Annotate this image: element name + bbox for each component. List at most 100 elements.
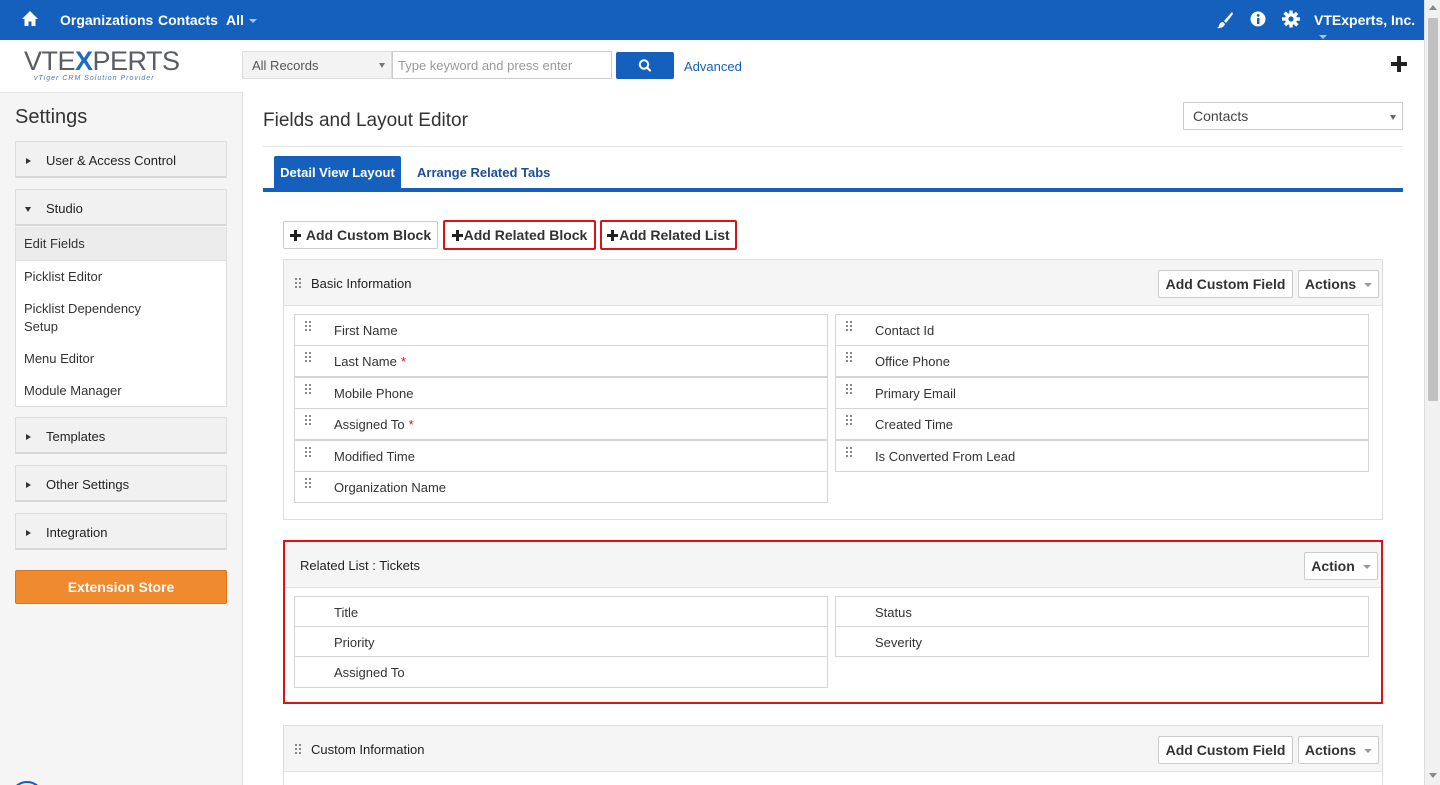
related-field-row: Title [294,596,828,627]
chevron-down-icon [1364,283,1373,287]
sidebar-item-picklist-dependency-setup[interactable]: Setup [24,318,58,336]
search-input[interactable] [392,51,612,79]
field-row[interactable]: Is Converted From Lead [835,440,1369,472]
scrollbar-thumb[interactable] [1428,18,1438,401]
button-label: Add Custom Block [305,227,432,243]
gear-icon[interactable] [1281,10,1301,30]
field-row[interactable]: First Name [294,314,828,346]
plus-icon [451,230,463,241]
drag-handle-icon[interactable] [305,478,313,490]
drag-handle-icon[interactable] [305,384,313,396]
search-button[interactable] [616,52,674,79]
field-label: Primary Email [875,386,956,401]
tab-detail-view-layout[interactable]: Detail View Layout [274,156,401,190]
search-scope-value: All Records [252,58,319,73]
drag-handle-icon[interactable] [846,384,854,396]
chevron-down-icon [248,19,257,24]
studio-submenu: Edit Fields Picklist Editor Picklist Dep… [15,227,227,407]
home-icon[interactable] [20,9,40,29]
field-label: Mobile Phone [334,386,414,401]
sidebar-block-templates[interactable]: Templates [15,417,227,454]
extension-store-button[interactable]: Extension Store [15,570,227,604]
sidebar-item-module-manager[interactable]: Module Manager [24,382,122,400]
action-dropdown[interactable]: Action [1304,552,1378,580]
field-row[interactable]: Office Phone [835,345,1369,377]
drag-handle-icon[interactable] [295,278,303,290]
caret-down-icon [25,207,31,212]
sidebar-item-edit-fields[interactable]: Edit Fields [24,235,85,253]
field-label-required: Last Name * [334,354,406,369]
field-row[interactable]: Modified Time [294,440,828,472]
search-scope-select[interactable]: All Records [242,51,392,79]
field-row[interactable]: Primary Email [835,377,1369,409]
drag-handle-icon[interactable] [846,321,854,333]
sidebar-block-other-settings[interactable]: Other Settings [15,465,227,502]
drag-handle-icon[interactable] [305,321,313,333]
nav-organizations[interactable]: Organizations [60,12,153,28]
paintbrush-icon[interactable] [1215,10,1235,30]
actions-dropdown[interactable]: Actions [1298,270,1379,298]
drag-handle-icon[interactable] [846,352,854,364]
add-custom-field-button[interactable]: Add Custom Field [1158,736,1293,764]
sidebar-block-integration[interactable]: Integration [15,513,227,550]
block-related-list-tickets: Related List : Tickets Action Title Prio… [283,540,1383,704]
drag-handle-icon[interactable] [295,744,303,756]
button-label: Add Related Block [463,227,588,243]
field-label: Is Converted From Lead [875,449,1016,464]
info-icon[interactable] [1248,10,1268,30]
plus-icon[interactable] [1390,55,1408,73]
field-label: First Name [334,323,398,338]
page-scrollbar[interactable] [1424,0,1440,785]
caret-right-icon [26,482,31,488]
field-row[interactable]: Organization Name [294,471,828,503]
sidebar-item-picklist-editor[interactable]: Picklist Editor [24,268,102,286]
field-row[interactable]: Last Name * [294,345,828,377]
sidebar-block-studio[interactable]: Studio [15,189,227,226]
chevron-down-icon [379,63,385,68]
related-field-row: Status [835,596,1369,627]
caret-right-icon [26,158,31,164]
add-custom-field-button[interactable]: Add Custom Field [1158,270,1293,298]
field-row[interactable]: Mobile Phone [294,377,828,409]
drag-handle-icon[interactable] [846,415,854,427]
field-label: Organization Name [334,480,446,495]
tab-underline [263,188,1403,192]
company-menu[interactable]: VTExperts, Inc. [1314,12,1424,44]
scroll-up-icon[interactable] [1429,5,1437,10]
nav-all-label: All [226,12,244,28]
sidebar-block-label: Templates [46,429,106,444]
field-row[interactable]: Assigned To * [294,408,828,440]
actions-dropdown[interactable]: Actions [1298,736,1379,764]
sidebar-item-picklist-dependency[interactable]: Picklist Dependency [24,300,141,318]
divider [263,146,1403,147]
required-mark: * [408,417,414,432]
caret-right-icon [26,434,31,440]
add-related-block-button[interactable]: Add Related Block [443,220,596,250]
drag-handle-icon[interactable] [305,415,313,427]
scroll-down-icon[interactable] [1429,773,1437,778]
vtexperts-logo[interactable]: VTEXPERTS vTiger CRM Solution Provider [24,47,180,85]
field-row[interactable]: Created Time [835,408,1369,440]
chevron-down-icon [1364,749,1373,753]
sidebar-item-menu-editor[interactable]: Menu Editor [24,350,94,368]
field-label: Assigned To [334,417,405,432]
block-header: Custom Information Add Custom Field Acti… [284,726,1382,772]
nav-all-menu[interactable]: All [226,12,257,28]
field-label: Modified Time [334,449,415,464]
sidebar-block-user-access[interactable]: User & Access Control [15,141,227,178]
top-navbar: Organizations Contacts All VTExperts, In… [0,0,1424,40]
drag-handle-icon[interactable] [305,352,313,364]
add-related-list-button[interactable]: Add Related List [600,220,737,250]
field-row[interactable]: Contact Id [835,314,1369,346]
nav-contacts[interactable]: Contacts [158,12,218,28]
sidebar-block-label: Other Settings [46,477,130,492]
tab-arrange-related-tabs[interactable]: Arrange Related Tabs [417,165,550,180]
block-title: Custom Information [311,742,425,757]
drag-handle-icon[interactable] [846,447,854,459]
advanced-search-link[interactable]: Advanced [684,59,742,74]
drag-handle-icon[interactable] [305,447,313,459]
field-label: Last Name [334,354,397,369]
module-select[interactable]: Contacts [1183,102,1403,130]
avatar[interactable] [10,781,44,785]
add-custom-block-button[interactable]: Add Custom Block [283,221,438,249]
